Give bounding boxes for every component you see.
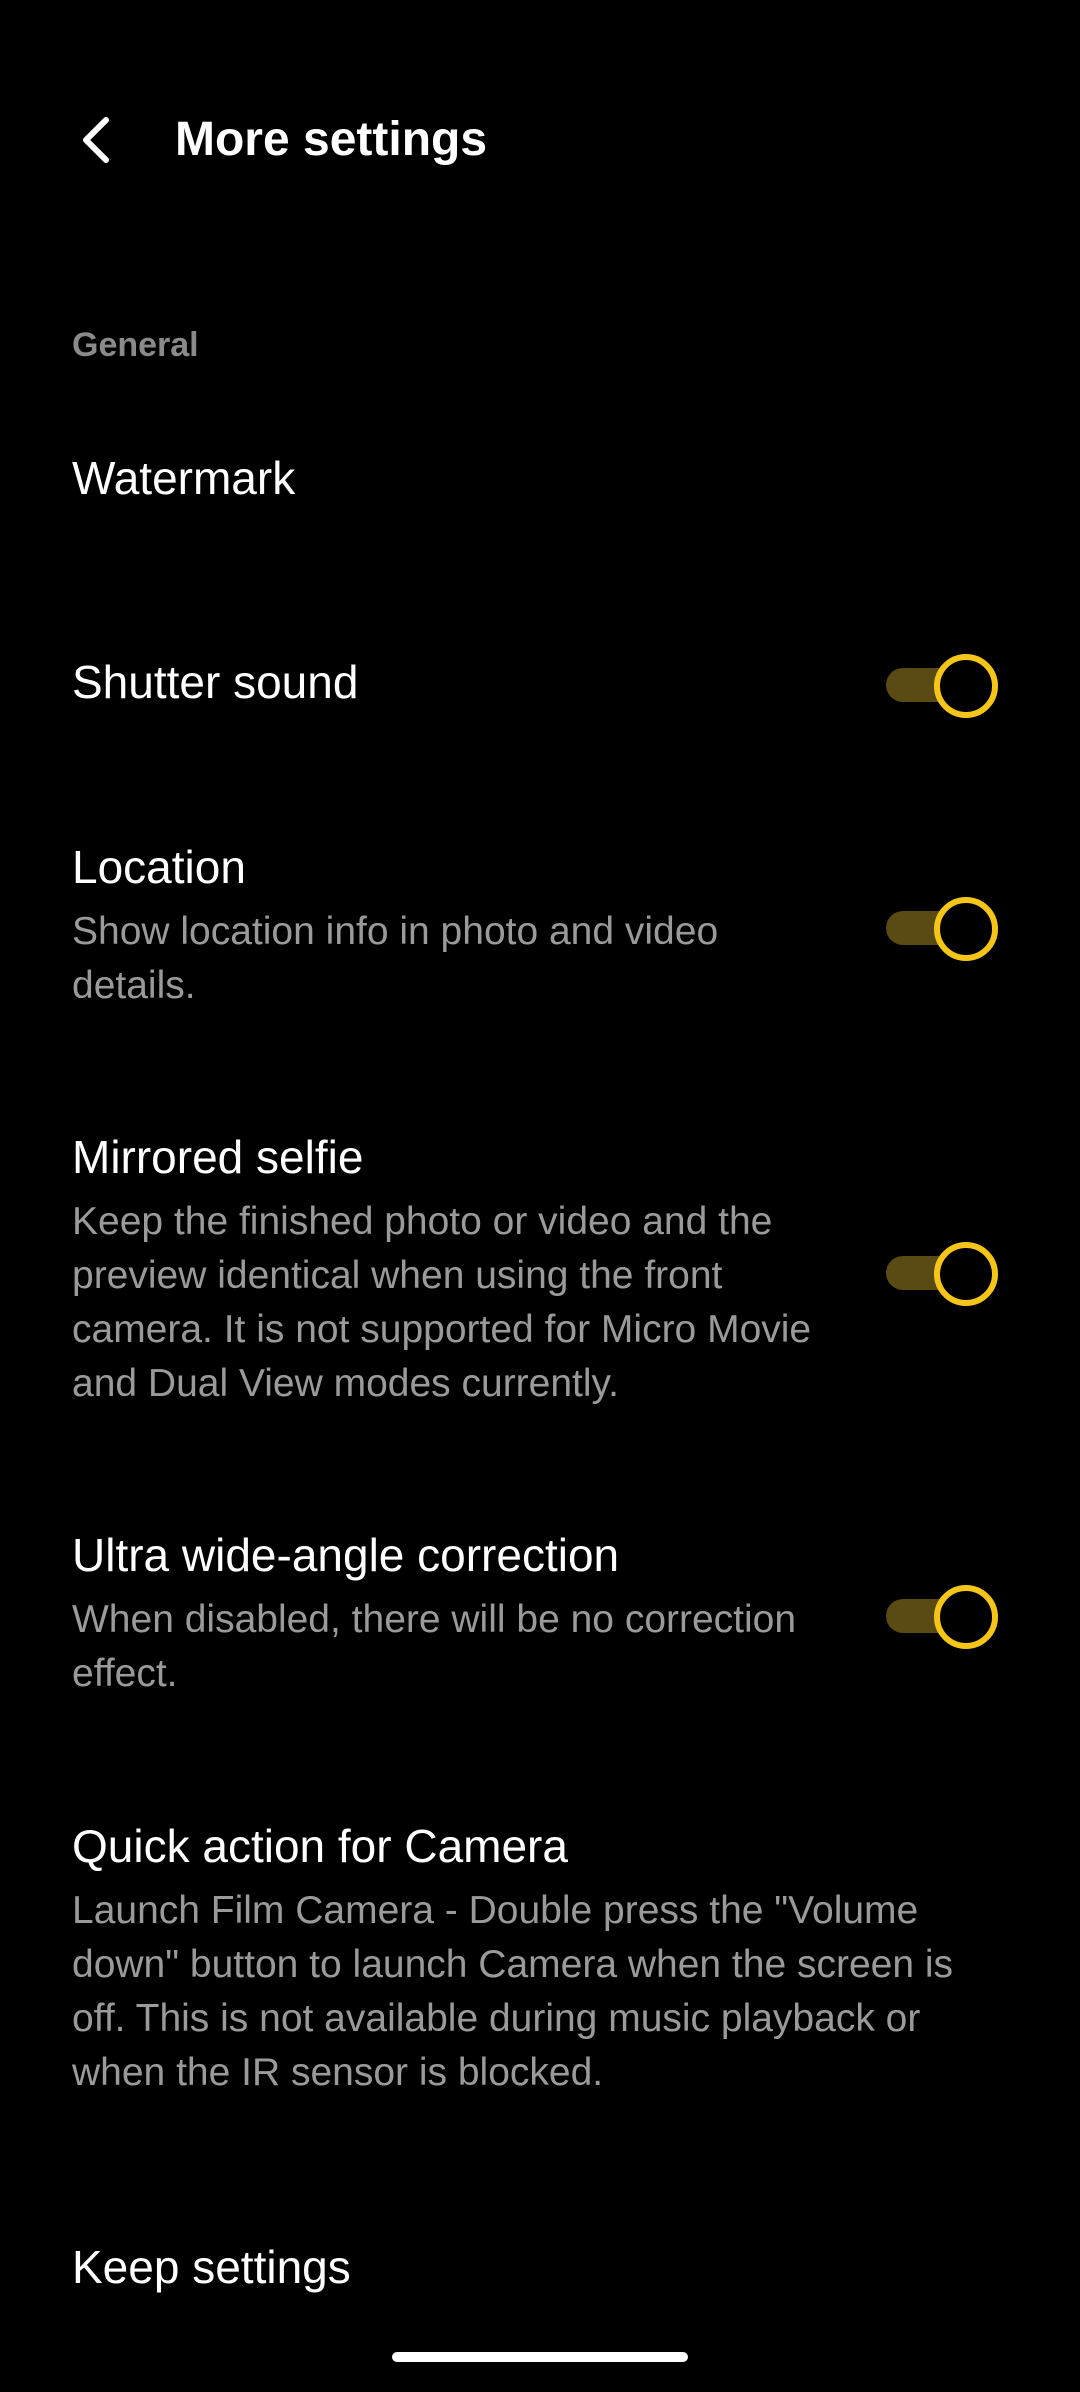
setting-quick-action-for-camera[interactable]: Quick action for Camera Launch Film Came… (0, 1814, 1080, 2114)
mirrored-selfie-toggle[interactable] (886, 1240, 998, 1306)
setting-title: Keep settings (72, 2241, 351, 2293)
back-button[interactable] (56, 100, 136, 180)
section-label-general: General (72, 326, 199, 364)
setting-shutter-sound[interactable]: Shutter sound (0, 630, 1080, 740)
toggle-thumb (934, 654, 998, 718)
setting-title: Quick action for Camera (72, 1820, 568, 1872)
setting-description: Keep the finished photo or video and the… (72, 1200, 812, 1405)
toggle-thumb (934, 897, 998, 961)
setting-watermark[interactable]: Watermark (0, 430, 1080, 530)
toggle-thumb (934, 1585, 998, 1649)
setting-title: Watermark (72, 452, 296, 504)
setting-description: Show location info in photo and video de… (72, 910, 719, 1007)
page-title: More settings (175, 113, 488, 166)
setting-mirrored-selfie[interactable]: Mirrored selfie Keep the finished photo … (0, 1125, 1080, 1425)
setting-title: Location (72, 841, 246, 893)
shutter-sound-toggle[interactable] (886, 652, 998, 718)
setting-description: When disabled, there will be no correcti… (72, 1598, 797, 1695)
chevron-left-icon (83, 117, 109, 163)
setting-location[interactable]: Location Show location info in photo and… (0, 835, 1080, 1015)
top-app-bar: More settings (0, 80, 1080, 210)
ultra-wide-angle-correction-toggle[interactable] (886, 1583, 998, 1649)
home-indicator[interactable] (392, 2352, 688, 2362)
location-toggle[interactable] (886, 895, 998, 961)
setting-keep-settings[interactable]: Keep settings (0, 2235, 1080, 2335)
setting-ultra-wide-angle-correction[interactable]: Ultra wide-angle correction When disable… (0, 1523, 1080, 1703)
setting-title: Ultra wide-angle correction (72, 1529, 620, 1581)
setting-title: Shutter sound (72, 656, 359, 708)
toggle-thumb (934, 1242, 998, 1306)
setting-description: Launch Film Camera - Double press the "V… (72, 1889, 954, 2094)
setting-title: Mirrored selfie (72, 1131, 364, 1183)
